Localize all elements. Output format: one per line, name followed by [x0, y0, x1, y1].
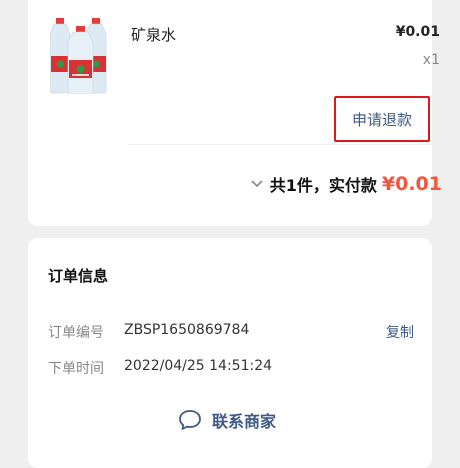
order-time-label: 下单时间 — [48, 361, 104, 377]
chat-bubble-icon — [179, 410, 201, 430]
summary-total-amount: ¥0.01 — [381, 173, 442, 195]
copy-order-number-button[interactable]: 复制 — [386, 322, 414, 342]
order-number-value: ZBSP1650869784 — [124, 322, 250, 338]
contact-merchant-label: 联系商家 — [212, 412, 277, 431]
order-summary[interactable]: 共1件，实付款 ¥0.01 — [250, 172, 442, 196]
product-name: 矿泉水 — [131, 26, 177, 44]
product-image — [50, 18, 107, 94]
order-time-value: 2022/04/25 14:51:24 — [124, 358, 273, 374]
apply-refund-button[interactable]: 申请退款 — [334, 96, 430, 142]
section-title-order-info: 订单信息 — [48, 267, 109, 285]
contact-merchant-button[interactable]: 联系商家 — [178, 408, 276, 432]
summary-count-text: 共1件，实付款 — [269, 176, 377, 195]
product-price: ¥0.01 — [395, 24, 440, 40]
product-quantity: x1 — [422, 52, 440, 68]
divider — [128, 144, 440, 145]
order-number-label: 订单编号 — [48, 325, 104, 341]
chevron-down-icon — [251, 180, 263, 188]
